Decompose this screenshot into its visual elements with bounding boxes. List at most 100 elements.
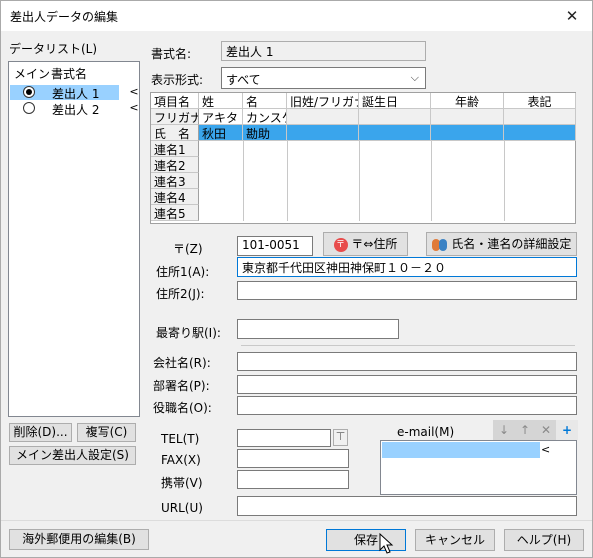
tel-format-button[interactable]: ⊤ (333, 429, 348, 446)
mobile-label: 携帯(V) (161, 476, 203, 490)
zip-convert-label: 〒⇔住所 (351, 237, 398, 251)
email-label: e-mail(M) (397, 425, 455, 439)
station-label: 最寄り駅(I): (156, 326, 221, 340)
datalist-panel[interactable]: メイン 書式名 差出人 1 < 差出人 2 < (8, 61, 140, 417)
grid-cell (431, 109, 504, 125)
delete-icon[interactable]: ✕ (535, 420, 557, 440)
grid-col-sei: 姓 (199, 93, 243, 109)
dialog-window: 差出人データの編集 ✕ データリスト(L) メイン 書式名 差出人 1 < 差出… (0, 0, 593, 558)
overseas-edit-button[interactable]: 海外郵便用の編集(B) (9, 529, 149, 550)
grid-cell-sei[interactable]: アキタ (199, 109, 243, 125)
name-detail-label: 氏名・連名の詳細設定 (451, 237, 572, 251)
list-item-name: 差出人 1 (52, 87, 100, 101)
grid-row-head: 連名1 (151, 141, 199, 157)
fax-input[interactable] (237, 449, 349, 468)
close-icon[interactable]: ✕ (558, 3, 586, 29)
department-label: 部署名(P): (153, 379, 210, 393)
tel-input[interactable] (237, 429, 331, 447)
grid-row-head: 連名3 (151, 173, 199, 189)
grid-cell[interactable] (504, 125, 576, 141)
tel-label: TEL(T) (161, 432, 200, 446)
address1-input[interactable]: 東京都千代田区神田神保町１０－２０ (237, 257, 577, 277)
format-name-field[interactable]: 差出人 1 (221, 41, 426, 61)
grid-row-head: 連名4 (151, 189, 199, 205)
station-input[interactable] (237, 319, 399, 339)
list-item[interactable]: 差出人 2 (10, 101, 119, 117)
grid-col-item: 項目名 (151, 93, 199, 109)
grid-cell-mei[interactable]: 勘助 (243, 125, 287, 141)
window-title: 差出人データの編集 (10, 10, 119, 24)
section-divider (241, 345, 575, 346)
position-label: 役職名(O): (153, 401, 212, 415)
department-input[interactable] (237, 375, 577, 394)
grid-cell[interactable] (359, 125, 431, 141)
company-input[interactable] (237, 352, 577, 371)
chevron-left-icon[interactable]: < (541, 443, 550, 456)
name-grid[interactable]: 項目名 姓 名 旧姓/フリガナ 誕生日 年齢 表記 フリガナ アキタ カンスケ … (150, 92, 576, 224)
add-icon[interactable]: + (556, 420, 578, 440)
zip-convert-button[interactable]: 〒 〒⇔住所 (323, 232, 408, 256)
grid-cell (359, 109, 431, 125)
name-detail-button[interactable]: 氏名・連名の詳細設定 (426, 232, 577, 256)
grid-line (359, 141, 360, 221)
grid-col-age: 年齢 (431, 93, 504, 109)
address1-label: 住所1(A): (156, 265, 210, 279)
grid-line (287, 141, 288, 221)
grid-cell-sei[interactable]: 秋田 (199, 125, 243, 141)
col-format: 書式名 (51, 67, 88, 81)
grid-row-head: 連名5 (151, 205, 199, 221)
help-button[interactable]: ヘルプ(H) (504, 529, 584, 551)
display-format-value: すべて (226, 73, 261, 87)
grid-cell (504, 109, 576, 125)
grid-col-mei: 名 (243, 93, 287, 109)
grid-col-notation: 表記 (504, 93, 576, 109)
display-format-select[interactable]: すべて ⌵ (221, 67, 426, 89)
grid-cell[interactable] (287, 125, 359, 141)
zip-label: 〒(Z) (173, 242, 203, 256)
grid-cell (287, 109, 359, 125)
chevron-left-icon[interactable]: < (127, 85, 141, 98)
title-bar: 差出人データの編集 ✕ (1, 1, 592, 31)
grid-line (431, 141, 432, 221)
position-input[interactable] (237, 396, 577, 415)
address2-label: 住所2(J): (156, 287, 205, 301)
zip-input[interactable]: 101-0051 (237, 236, 313, 256)
url-label: URL(U) (161, 501, 203, 515)
chevron-left-icon[interactable]: < (127, 101, 141, 114)
move-up-icon[interactable]: ↑ (514, 420, 536, 440)
grid-line (504, 141, 505, 221)
cancel-button[interactable]: キャンセル (415, 529, 495, 551)
grid-cell-mei[interactable]: カンスケ (243, 109, 287, 125)
grid-row-head: 氏 名 (151, 125, 199, 141)
footer-divider (1, 520, 592, 521)
company-label: 会社名(R): (153, 356, 211, 370)
grid-col-birthday: 誕生日 (359, 93, 431, 109)
main-radio[interactable] (23, 86, 35, 98)
people-icon (431, 238, 448, 252)
grid-col-kyusei: 旧姓/フリガナ (287, 93, 359, 109)
grid-row-head: 連名2 (151, 157, 199, 173)
grid-cell[interactable] (431, 125, 504, 141)
fax-label: FAX(X) (161, 453, 201, 467)
main-sender-button[interactable]: メイン差出人設定(S) (9, 446, 136, 465)
format-name-label: 書式名: (151, 47, 192, 61)
url-input[interactable] (237, 496, 577, 516)
email-list[interactable]: < (380, 440, 577, 495)
email-toolbar: ↓ ↑ ✕ + (493, 420, 578, 440)
copy-button[interactable]: 複写(C) (77, 423, 136, 442)
datalist-label: データリスト(L) (9, 42, 98, 56)
list-item-name: 差出人 2 (52, 103, 100, 117)
zip-convert-icon: 〒 (333, 237, 348, 252)
mobile-input[interactable] (237, 470, 349, 489)
move-down-icon[interactable]: ↓ (493, 420, 515, 440)
address2-input[interactable] (237, 281, 577, 300)
main-radio[interactable] (23, 102, 35, 114)
grid-line (243, 141, 244, 221)
list-item[interactable]: 差出人 1 (10, 85, 119, 101)
email-list-item[interactable] (382, 442, 540, 458)
grid-row-head: フリガナ (151, 109, 199, 125)
mouse-cursor-icon (379, 533, 394, 554)
col-main: メイン (14, 67, 51, 81)
delete-button[interactable]: 削除(D)... (9, 423, 72, 442)
chevron-down-icon: ⌵ (410, 71, 419, 84)
